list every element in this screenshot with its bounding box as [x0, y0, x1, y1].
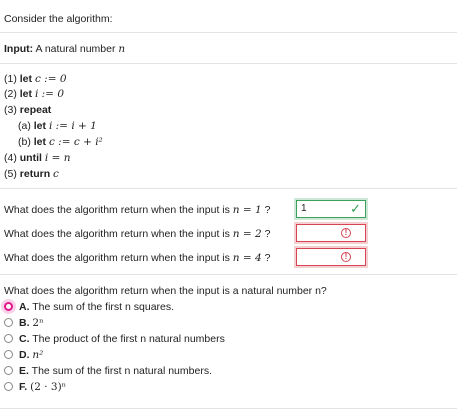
step-3: (3) repeat [4, 104, 51, 116]
question-text: What does the algorithm return when the … [4, 228, 233, 240]
question-2: What does the algorithm return when the … [4, 228, 270, 240]
option-letter: E. [19, 365, 29, 377]
step-number: (b) [18, 136, 31, 148]
step-expr: c [53, 168, 59, 180]
step-keyword: let [33, 120, 47, 132]
step-3b: (b) let c := c + i² [4, 136, 103, 148]
step-keyword: until [19, 152, 42, 164]
question-3: What does the algorithm return when the … [4, 252, 270, 264]
input-line: Input: A natural number n [4, 43, 125, 55]
step-number: (4) [4, 152, 17, 164]
step-number: (a) [18, 120, 31, 132]
step-expr: i = n [44, 152, 71, 164]
radio-button[interactable] [4, 382, 13, 391]
option-e[interactable]: E. The sum of the first n natural number… [4, 365, 212, 377]
input-var: n [118, 43, 126, 55]
question-suffix: ? [261, 204, 271, 216]
question-suffix: ? [261, 252, 271, 264]
option-letter: D. [19, 349, 30, 361]
step-number: (3) [4, 104, 17, 116]
step-keyword: let [33, 136, 47, 148]
step-expr: i := 0 [34, 88, 65, 100]
option-letter: B. [19, 317, 30, 329]
exclamation-circle-icon: ! [341, 228, 351, 238]
question-condition: n = 1 [232, 204, 262, 216]
question-condition: n = 4 [232, 252, 262, 264]
question-text: What does the algorithm return when the … [4, 252, 233, 264]
step-3a: (a) let i := i + 1 [4, 120, 97, 132]
step-expr: c := c + i² [48, 136, 103, 148]
step-number: (2) [4, 88, 17, 100]
question-1: What does the algorithm return when the … [4, 204, 270, 216]
question-suffix: ? [261, 228, 271, 240]
step-keyword: let [19, 73, 33, 85]
step-4: (4) until i = n [4, 152, 70, 164]
step-number: (1) [4, 73, 17, 85]
divider [0, 274, 457, 275]
option-b[interactable]: B. 2ⁿ [4, 317, 44, 329]
option-letter: F. [19, 381, 28, 393]
step-keyword: let [19, 88, 33, 100]
exclamation-circle-icon: ! [341, 252, 351, 262]
question-condition: n = 2 [232, 228, 262, 240]
step-expr: c := 0 [34, 73, 67, 85]
step-expr: i := i + 1 [48, 120, 97, 132]
input-label: Input: [4, 43, 34, 55]
answer-field-3[interactable]: ! [296, 248, 366, 266]
question-text: What does the algorithm return when the … [4, 204, 233, 216]
answer-value: 1 [301, 203, 307, 214]
option-f[interactable]: F. (2 · 3)ⁿ [4, 381, 66, 393]
radio-button[interactable] [4, 366, 13, 375]
option-letter: C. [19, 333, 30, 345]
input-text: A natural number [35, 43, 119, 55]
step-keyword: return [19, 168, 51, 180]
step-5: (5) return c [4, 168, 59, 180]
step-2: (2) let i := 0 [4, 88, 64, 100]
step-1: (1) let c := 0 [4, 73, 67, 85]
step-number: (5) [4, 168, 17, 180]
radio-button[interactable] [4, 350, 13, 359]
option-c[interactable]: C. The product of the first n natural nu… [4, 333, 225, 345]
option-text: The product of the first n natural numbe… [32, 333, 225, 345]
option-letter: A. [19, 301, 30, 313]
answer-field-2[interactable]: ! [296, 224, 366, 242]
option-d[interactable]: D. n² [4, 349, 43, 361]
divider [0, 188, 457, 189]
option-text: The sum of the first n natural numbers. [31, 365, 212, 377]
radio-button-selected[interactable] [4, 302, 13, 311]
option-a[interactable]: A. The sum of the first n squares. [4, 301, 174, 313]
checkmark-icon: ✓ [350, 201, 361, 216]
radio-button[interactable] [4, 318, 13, 327]
divider [0, 63, 457, 64]
radio-button[interactable] [4, 334, 13, 343]
divider [0, 32, 457, 33]
option-text: (2 · 3)ⁿ [30, 381, 67, 393]
intro-text: Consider the algorithm: [4, 13, 113, 25]
divider [0, 408, 457, 409]
option-text: 2ⁿ [32, 317, 44, 329]
option-text: n² [32, 349, 44, 361]
answer-field-1[interactable]: 1 ✓ [296, 200, 366, 218]
step-keyword: repeat [19, 104, 52, 116]
option-text: The sum of the first n squares. [32, 301, 175, 313]
mc-question: What does the algorithm return when the … [4, 285, 327, 297]
